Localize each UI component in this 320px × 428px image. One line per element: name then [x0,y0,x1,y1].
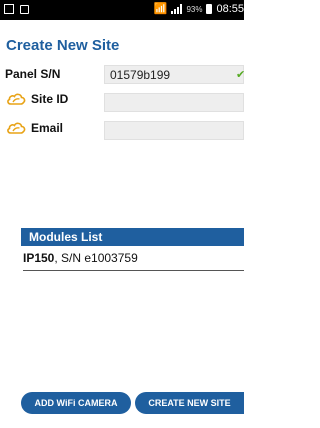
system-status: 📶 93% 08:55 [154,3,244,15]
battery-percent: 93% [186,4,203,14]
clock: 08:55 [216,3,244,15]
screenshot-notification-icon [4,4,14,14]
cloud-icon [7,122,26,134]
wifi-icon: 📶 [153,2,168,15]
panel-sn-field[interactable] [104,65,244,84]
battery-icon [206,4,213,14]
notification-icons [4,4,29,14]
add-wifi-camera-button[interactable]: ADD WiFi CAMERA [21,392,131,414]
panel-sn-label: Panel S/N [5,67,61,81]
site-id-label: Site ID [31,92,69,106]
site-id-label-group: Site ID [6,92,68,106]
site-id-field[interactable] [104,93,244,112]
cloud-icon [7,93,26,105]
page-title: Create New Site [6,37,120,54]
app-notification-icon [20,4,29,14]
email-label: Email [31,121,64,135]
email-label-group: Email [6,121,63,135]
module-name: IP150 [23,251,55,265]
list-item[interactable]: IP150, S/N e1003759 [23,247,244,271]
status-bar: 📶 93% 08:55 [0,0,244,20]
create-new-site-button[interactable]: CREATE NEW SITE [135,392,244,414]
signal-icon [171,4,183,14]
module-serial: , S/N e1003759 [54,251,138,265]
modules-list-header: Modules List [21,228,244,246]
check-icon: ✔ [236,69,244,81]
email-field[interactable] [104,121,244,140]
app-screen: 📶 93% 08:55 Create New Site Panel S/N ✔ … [0,0,244,428]
